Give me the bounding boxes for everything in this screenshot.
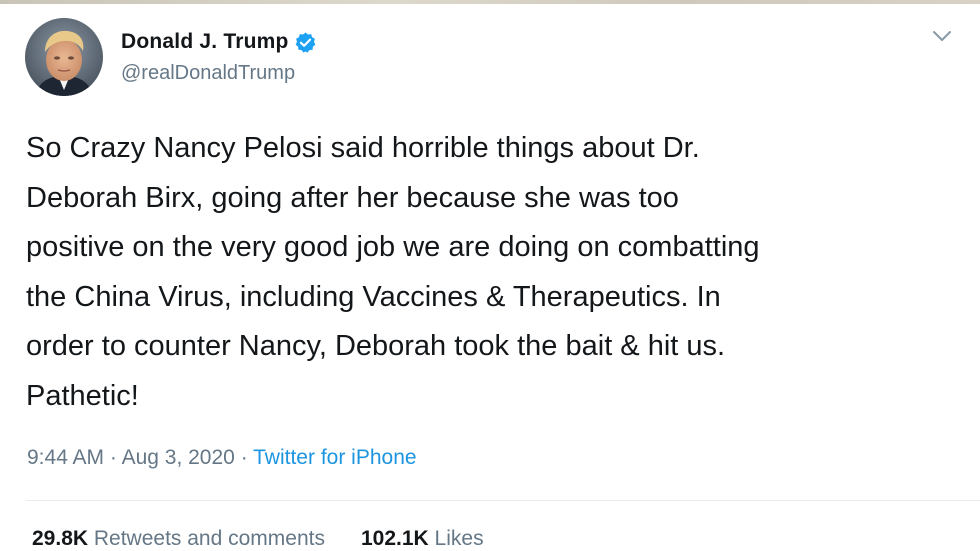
likes-count: 102.1K — [360, 527, 435, 550]
tweet-time[interactable]: 9:44 AM — [27, 446, 104, 469]
chevron-down-icon[interactable] — [931, 28, 953, 44]
tweet-text-line: So Crazy Nancy Pelosi said horrible thin… — [26, 132, 700, 164]
retweets-count: 29.8K — [32, 527, 94, 550]
tweet-date[interactable]: Aug 3, 2020 — [122, 446, 235, 469]
tweet-text-line: Deborah Birx, going after her because sh… — [26, 181, 679, 214]
retweets-label: Retweets and comments — [93, 527, 325, 550]
avatar[interactable] — [25, 18, 103, 96]
meta-separator: · — [240, 446, 254, 469]
tweet-text-line: the China Virus, including Vaccines & Th… — [26, 280, 721, 313]
author-name-row[interactable]: Donald J. Trump — [121, 28, 317, 56]
tweet-text-line: positive on the very good job we are doi… — [26, 231, 760, 263]
tweet-metadata: 9:44 AM · Aug 3, 2020 · Twitter for iPho… — [27, 446, 417, 470]
tweet-text-line: order to counter Nancy, Deborah took the… — [26, 330, 726, 362]
tweet-stats: 29.8K Retweets and comments 102.1K Likes — [32, 527, 484, 551]
display-name[interactable]: Donald J. Trump — [121, 30, 289, 54]
tweet-card: Donald J. Trump @realDonaldTrump So Craz… — [0, 0, 980, 551]
likes-stat[interactable]: 102.1K Likes — [361, 527, 484, 551]
top-edge-strip — [0, 0, 980, 4]
tweet-text: So Crazy Nancy Pelosi said horrible thin… — [26, 124, 966, 421]
verified-badge-icon — [294, 31, 317, 54]
author-handle[interactable]: @realDonaldTrump — [121, 62, 295, 85]
tweet-text-line: Pathetic! — [26, 379, 139, 412]
avatar-image — [25, 18, 103, 96]
meta-separator: · — [109, 446, 122, 469]
divider — [26, 500, 980, 501]
tweet-source-link[interactable]: Twitter for iPhone — [253, 446, 416, 469]
likes-label: Likes — [434, 527, 484, 550]
retweets-stat[interactable]: 29.8K Retweets and comments — [32, 527, 325, 551]
